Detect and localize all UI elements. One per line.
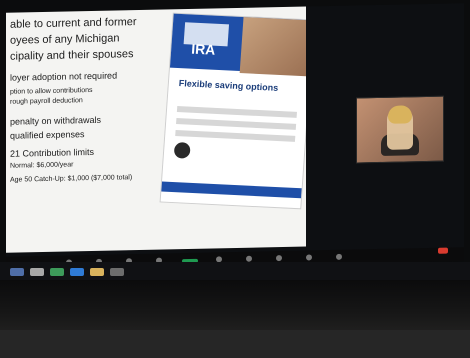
slide-line-9: 21 Contribution limits: [10, 146, 95, 159]
brochure-text-line: [175, 130, 296, 142]
slide-line-7: penalty on withdrawals: [10, 114, 102, 127]
end-meeting-button[interactable]: [438, 247, 448, 254]
photo: able to current and former oyees of any …: [0, 0, 470, 358]
brochure-text-line: [176, 118, 297, 130]
brochure-product: IRA: [190, 40, 216, 58]
slide-line-5: ption to allow contributions: [10, 86, 93, 96]
taskbar-app[interactable]: [110, 268, 124, 276]
participant-video: [356, 95, 444, 164]
toolbar-button[interactable]: [246, 255, 252, 262]
toolbar-button[interactable]: [306, 254, 312, 261]
brochure-text-line: [176, 106, 297, 118]
toolbar-button[interactable]: [336, 253, 342, 260]
slide-line-1: able to current and former: [10, 16, 137, 31]
toolbar-button[interactable]: [276, 255, 282, 262]
taskbar: [0, 262, 470, 282]
brochure-photo: [239, 17, 306, 77]
taskbar-app[interactable]: [70, 268, 84, 276]
slide-line-10: Normal: $6,000/year: [10, 161, 74, 170]
brochure-heading: Flexible saving options: [178, 78, 279, 93]
ira-brochure: IRA Flexible saving options: [159, 12, 306, 210]
taskbar-app[interactable]: [10, 268, 24, 276]
taskbar-app[interactable]: [90, 268, 104, 276]
taskbar-app[interactable]: [30, 268, 44, 276]
brochure-seal: [173, 141, 191, 159]
participant-hair: [388, 105, 412, 124]
slide-line-8: qualified expenses: [10, 129, 85, 141]
slide-line-6: rough payroll deduction: [10, 97, 83, 106]
brochure-footer-band: [161, 181, 302, 199]
slide-line-4: loyer adoption not required: [10, 70, 118, 83]
slide-line-2: oyees of any Michigan: [10, 32, 120, 47]
taskbar-app[interactable]: [50, 268, 64, 276]
slide-line-3: cipality and their spouses: [10, 48, 134, 63]
monitor-screen: able to current and former oyees of any …: [6, 3, 464, 271]
slide: able to current and former oyees of any …: [6, 6, 306, 253]
keyboard: [0, 330, 470, 358]
slide-line-11: Age 50 Catch-Up: $1,000 ($7,000 total): [10, 174, 133, 184]
